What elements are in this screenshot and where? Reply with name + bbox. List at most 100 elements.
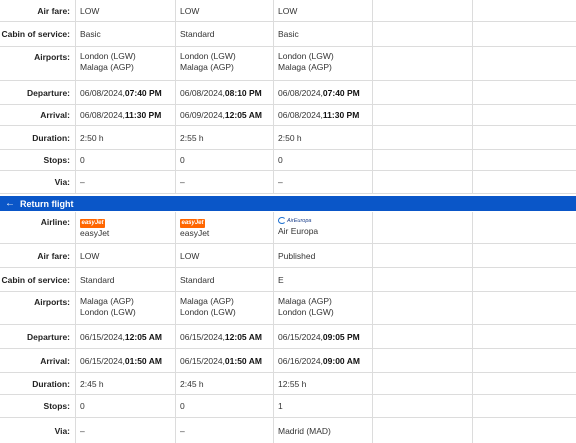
empty-cell [372,349,472,372]
cell-fare: LOW [75,244,175,267]
cell-departure: 06/15/2024, 09:05 PM [273,325,372,348]
airport-line: London (LGW) [180,51,236,61]
empty-cell [472,81,576,104]
row-via: Via: – – – [0,171,576,194]
cell-via: – [175,171,273,193]
cell-airports: London (LGW) Malaga (AGP) [273,47,372,80]
date-text: 06/15/2024, [80,355,125,366]
cell-stops: 0 [75,150,175,170]
cell-airline: easyJet easyJet [175,212,273,243]
empty-cell [372,268,472,291]
cell-departure: 06/15/2024, 12:05 AM [175,325,273,348]
cell-arrival: 06/16/2024, 09:00 AM [273,349,372,372]
time-text: 12:05 AM [124,331,162,342]
cell-stops: 1 [273,395,372,417]
cell-stops: 0 [75,395,175,417]
row-airports: Airports: Malaga (AGP) London (LGW) Mala… [0,292,576,325]
row-airports: Airports: London (LGW) Malaga (AGP) Lond… [0,47,576,81]
empty-cell [472,105,576,125]
airline-name: easyJet [80,228,110,238]
date-text: 06/15/2024, [278,331,323,342]
flight-comparison-table: Air fare: LOW LOW LOW Cabin of service: … [0,0,576,443]
return-flight-header[interactable]: ← Return flight [0,196,576,211]
empty-cell [372,22,472,46]
cell-duration: 12:55 h [273,373,372,394]
row-label: Air fare: [37,5,70,16]
empty-cell [472,244,576,267]
row-label: Via: [54,425,70,436]
date-text: 06/16/2024, [278,355,323,366]
time-text: 01:50 AM [124,355,162,366]
cell-fare: LOW [175,0,273,21]
empty-cell [472,126,576,149]
row-label: Airports: [34,52,70,62]
airport-line: Malaga (AGP) [80,296,134,306]
cell-cabin: Standard [175,268,273,291]
time-text: 12:05 AM [224,331,262,342]
empty-cell [472,418,576,443]
cell-departure: 06/08/2024, 08:10 PM [175,81,273,104]
empty-cell [372,0,472,21]
row-duration: Duration: 2:45 h 2:45 h 12:55 h [0,373,576,395]
airport-line: Malaga (AGP) [278,62,332,72]
return-flight-label: Return flight [20,198,74,209]
row-air-fare: Air fare: LOW LOW LOW [0,0,576,22]
cell-airports: Malaga (AGP) London (LGW) [175,292,273,324]
cell-airports: London (LGW) Malaga (AGP) [175,47,273,80]
row-via: Via: – – Madrid (MAD) [0,418,576,443]
airport-line: Malaga (AGP) [180,62,234,72]
row-label: Via: [54,177,70,187]
row-label: Stops: [43,155,70,165]
airport-line: London (LGW) [278,307,334,317]
easyjet-logo-icon: easyJet [80,219,105,228]
row-label: Departure: [27,87,70,98]
row-label: Duration: [32,378,70,389]
airline-name: Air Europa [278,226,319,236]
air-europa-logo-icon: AirEuropa [278,216,311,225]
empty-cell [372,105,472,125]
row-air-fare: Air fare: LOW LOW Published [0,244,576,268]
cell-duration: 2:55 h [175,126,273,149]
time-text: 01:50 AM [224,355,262,366]
date-text: 06/15/2024, [180,355,225,366]
air-europa-logo-text: AirEuropa [287,217,312,224]
airline-name: easyJet [180,228,210,238]
cell-stops: 0 [175,150,273,170]
empty-cell [372,81,472,104]
cell-airports: Malaga (AGP) London (LGW) [273,292,372,324]
airport-line: Malaga (AGP) [80,62,134,72]
empty-cell [472,292,576,324]
airport-line: Malaga (AGP) [180,296,234,306]
cell-fare: Published [273,244,372,267]
time-text: 11:30 PM [322,110,360,120]
empty-cell [472,212,576,243]
row-label: Arrival: [40,110,70,120]
air-europa-swirl [278,217,286,224]
arrow-left-icon: ← [5,197,15,209]
empty-cell [472,47,576,80]
time-text: 08:10 PM [224,87,262,98]
date-text: 06/08/2024, [278,87,323,98]
cell-via: Madrid (MAD) [273,418,372,443]
date-text: 06/08/2024, [180,87,225,98]
airport-line: London (LGW) [278,51,334,61]
airport-line: London (LGW) [80,51,136,61]
cell-cabin: Basic [75,22,175,46]
date-text: 06/08/2024, [80,87,125,98]
cell-cabin: Standard [75,268,175,291]
empty-cell [372,395,472,417]
row-label: Cabin of service: [1,274,71,285]
cell-via: – [75,418,175,443]
date-text: 06/08/2024, [278,110,323,120]
airport-line: London (LGW) [180,307,236,317]
cell-airline: easyJet easyJet [75,212,175,243]
row-arrival: Arrival: 06/08/2024, 11:30 PM 06/09/2024… [0,105,576,126]
row-label: Air fare: [37,250,70,261]
airport-line: London (LGW) [80,307,136,317]
date-text: 06/15/2024, [80,331,125,342]
row-departure: Departure: 06/15/2024, 12:05 AM 06/15/20… [0,325,576,349]
cell-stops: 0 [175,395,273,417]
row-label: Airline: [40,217,70,227]
row-arrival: Arrival: 06/15/2024, 01:50 AM 06/15/2024… [0,349,576,373]
cell-via: – [175,418,273,443]
